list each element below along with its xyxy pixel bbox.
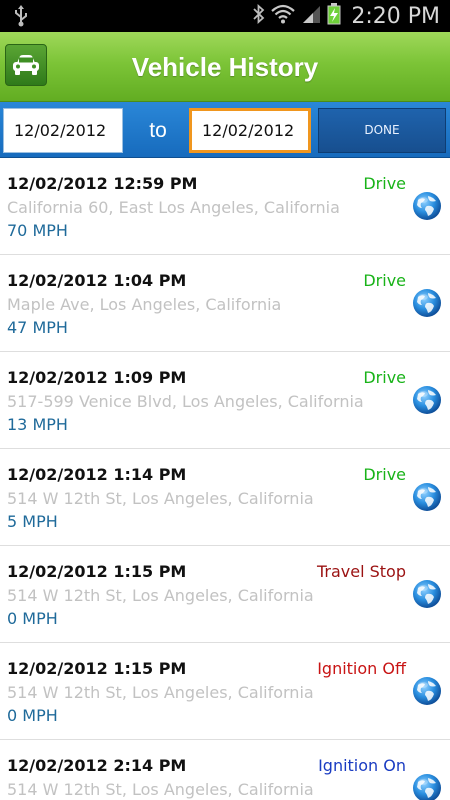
list-item[interactable]: 12/02/2012 1:04 PM Drive Maple Ave, Los … xyxy=(0,255,450,352)
from-date-field[interactable]: 12/02/2012 xyxy=(3,108,123,153)
list-item[interactable]: 12/02/2012 1:15 PM Travel Stop 514 W 12t… xyxy=(0,546,450,643)
globe-icon[interactable] xyxy=(412,482,442,512)
app-screen: 2:20 PM Vehicle History 12/02/2012 to 12… xyxy=(0,0,450,800)
globe-icon[interactable] xyxy=(412,191,442,221)
bluetooth-icon xyxy=(253,3,265,29)
wifi-icon xyxy=(271,4,296,29)
globe-icon[interactable] xyxy=(412,385,442,415)
page-title: Vehicle History xyxy=(131,52,319,82)
timestamp: 12/02/2012 1:15 PM xyxy=(7,659,187,678)
signal-icon xyxy=(301,4,321,29)
header-bar: Vehicle History xyxy=(0,32,450,102)
globe-icon[interactable] xyxy=(412,773,442,800)
address: Maple Ave, Los Angeles, California xyxy=(7,295,282,314)
status-time: 2:20 PM xyxy=(351,3,440,29)
speed: 0 MPH xyxy=(7,706,58,725)
battery-charging-icon xyxy=(327,2,341,30)
address: 514 W 12th St, Los Angeles, California xyxy=(7,780,314,799)
list-item[interactable]: 12/02/2012 1:15 PM Ignition Off 514 W 12… xyxy=(0,643,450,740)
list-item[interactable]: 12/02/2012 1:14 PM Drive 514 W 12th St, … xyxy=(0,449,450,546)
car-icon[interactable] xyxy=(5,44,47,86)
globe-icon[interactable] xyxy=(412,676,442,706)
address: 514 W 12th St, Los Angeles, California xyxy=(7,586,314,605)
timestamp: 12/02/2012 1:09 PM xyxy=(7,368,187,387)
timestamp: 12/02/2012 1:15 PM xyxy=(7,562,187,581)
status-label: Drive xyxy=(363,271,406,290)
address: 514 W 12th St, Los Angeles, California xyxy=(7,683,314,702)
address: 514 W 12th St, Los Angeles, California xyxy=(7,489,314,508)
timestamp: 12/02/2012 1:14 PM xyxy=(7,465,187,484)
status-bar: 2:20 PM xyxy=(0,0,450,32)
status-label: Ignition On xyxy=(318,756,406,775)
status-label: Drive xyxy=(363,465,406,484)
date-range-bar: 12/02/2012 to 12/02/2012 DONE xyxy=(0,102,450,158)
to-date-field[interactable]: 12/02/2012 xyxy=(189,108,311,153)
address: 517-599 Venice Blvd, Los Angeles, Califo… xyxy=(7,392,364,411)
list-item[interactable]: 12/02/2012 12:59 PM Drive California 60,… xyxy=(0,158,450,255)
address: California 60, East Los Angeles, Califor… xyxy=(7,198,340,217)
speed: 0 MPH xyxy=(7,609,58,628)
timestamp: 12/02/2012 2:14 PM xyxy=(7,756,187,775)
status-label: Ignition Off xyxy=(317,659,406,678)
to-label: to xyxy=(149,119,167,142)
status-label: Drive xyxy=(363,174,406,193)
speed: 47 MPH xyxy=(7,318,68,337)
history-list: 12/02/2012 12:59 PM Drive California 60,… xyxy=(0,158,450,800)
timestamp: 12/02/2012 12:59 PM xyxy=(7,174,198,193)
speed: 5 MPH xyxy=(7,512,58,531)
usb-icon xyxy=(14,5,28,32)
timestamp: 12/02/2012 1:04 PM xyxy=(7,271,187,290)
status-label: Travel Stop xyxy=(316,562,406,581)
globe-icon[interactable] xyxy=(412,288,442,318)
speed: 13 MPH xyxy=(7,415,68,434)
speed: 70 MPH xyxy=(7,221,68,240)
globe-icon[interactable] xyxy=(412,579,442,609)
list-item[interactable]: 12/02/2012 1:09 PM Drive 517-599 Venice … xyxy=(0,352,450,449)
status-label: Drive xyxy=(363,368,406,387)
list-item[interactable]: 12/02/2012 2:14 PM Ignition On 514 W 12t… xyxy=(0,740,450,800)
done-button[interactable]: DONE xyxy=(318,108,446,153)
